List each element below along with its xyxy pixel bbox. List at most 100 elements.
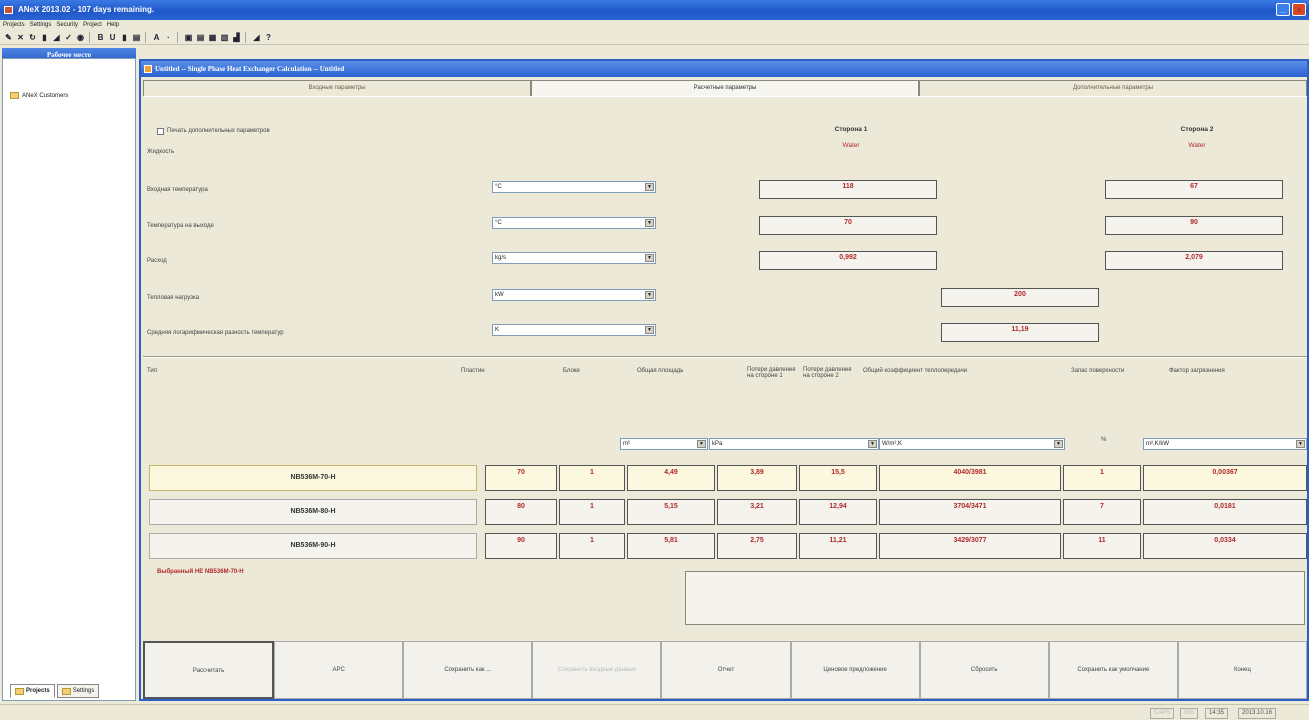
col-dp1: Потери давления на стороне 1 [747, 367, 796, 379]
report-icon[interactable]: ◢ [251, 32, 262, 43]
pressure-unit-select[interactable]: kPa ▼ [709, 438, 879, 450]
chevron-down-icon: ▼ [1054, 440, 1063, 448]
tab-input-parameters[interactable]: Входные параметры [143, 80, 531, 96]
graph-icon[interactable]: ◢ [51, 32, 62, 43]
coef-unit-select[interactable]: W/m²,K ▼ [879, 438, 1065, 450]
lmtd-unit-select[interactable]: K ▼ [492, 324, 656, 336]
menu-security[interactable]: Security [56, 20, 78, 31]
margin-unit: % [1101, 437, 1107, 443]
app-title-bar: ANeX 2013.02 - 107 days remaining. _ x [0, 0, 1309, 20]
close-button[interactable]: x [1292, 3, 1306, 16]
price-offer-button[interactable]: Ценовое предложение [790, 641, 920, 699]
help-icon[interactable]: ? [263, 32, 274, 43]
area-unit-value: m² [623, 441, 630, 447]
save-input-button[interactable]: Сохранить входные данные [532, 641, 662, 699]
reset-button[interactable]: Сбросить [919, 641, 1049, 699]
caps-indicator: CAPS [1150, 708, 1175, 719]
result-coef: 3704/3471 [879, 499, 1061, 525]
ins-indicator: INS [1180, 708, 1199, 719]
flow-side1: 0,992 [759, 251, 937, 270]
window-icon[interactable]: ▣ [183, 32, 194, 43]
tab-calculated-parameters[interactable]: Расчетные параметры [531, 80, 919, 97]
workspace-panel [2, 58, 136, 701]
chevron-down-icon: ▼ [645, 326, 654, 334]
menu-projects[interactable]: Projects [3, 20, 25, 31]
result-margin: 7 [1063, 499, 1141, 525]
save-as-button[interactable]: Сохранить как ... [403, 641, 533, 699]
lmtd-value: 11,19 [941, 323, 1099, 342]
result-dp1: 3,21 [717, 499, 797, 525]
chevron-down-icon: ▼ [645, 291, 654, 299]
pressure-unit-value: kPa [712, 441, 723, 447]
section-divider [143, 356, 1307, 358]
apc-button[interactable]: APC [274, 641, 404, 699]
grid-icon[interactable]: ▦ [207, 32, 218, 43]
col-dp2: Потери давления на стороне 2 [803, 367, 852, 379]
outlet-temp-side2: 90 [1105, 216, 1283, 235]
font-icon[interactable]: A [151, 32, 162, 43]
end-button[interactable]: Конец [1177, 641, 1307, 699]
calculate-button[interactable]: Рассчитать [143, 641, 275, 699]
side1-fluid: Water [842, 142, 860, 149]
inlet-temp-unit-select[interactable]: °C ▼ [492, 181, 656, 193]
lmtd-unit-value: K [495, 327, 500, 333]
delete-icon[interactable]: ✕ [15, 32, 26, 43]
chevron-down-icon: ▼ [645, 183, 654, 191]
status-bar: CAPS INS 14:35 2013.10.16 [0, 704, 1309, 720]
menu-project[interactable]: Project [83, 20, 102, 31]
bold-icon[interactable]: B [95, 32, 106, 43]
result-dp1: 2,75 [717, 533, 797, 559]
side1-header: Сторона 1 [834, 126, 868, 133]
list-icon[interactable]: ▤ [195, 32, 206, 43]
result-area: 5,81 [627, 533, 715, 559]
chevron-down-icon: ▼ [868, 440, 877, 448]
flow-side2: 2,079 [1105, 251, 1283, 270]
save-default-button[interactable]: Сохранить как умолчание [1048, 641, 1178, 699]
print-extra-checkbox[interactable] [157, 128, 164, 135]
coef-unit-value: W/m²,K [882, 441, 902, 447]
chart-icon[interactable]: ▮ [39, 32, 50, 43]
tab-projects[interactable]: Projects [10, 684, 55, 698]
toolbar-separator [89, 32, 92, 43]
result-blocks: 1 [559, 499, 625, 525]
toolbar-separator [245, 32, 248, 43]
lmtd-label: Средняя логарифмическая разность темпера… [147, 330, 284, 336]
result-type-button[interactable]: NB536M-90-H [149, 533, 477, 559]
col-area: Общая площадь [637, 368, 684, 374]
chevron-down-icon: ▼ [697, 440, 706, 448]
area-unit-select[interactable]: m² ▼ [620, 438, 708, 450]
globe-icon[interactable]: ◉ [75, 32, 86, 43]
outlet-temp-label: Температура на выходе [147, 223, 214, 229]
edit-icon[interactable]: ✎ [3, 32, 14, 43]
underline-icon[interactable]: U [107, 32, 118, 43]
menu-help[interactable]: Help [107, 20, 119, 31]
result-type-button[interactable]: NB536M-80-H [149, 499, 477, 525]
tree-item-customers[interactable]: ANeX Customers [10, 92, 68, 99]
layout-icon[interactable]: ▟ [231, 32, 242, 43]
settings-icon [61, 687, 71, 695]
result-margin: 1 [1063, 465, 1141, 491]
outlet-temp-unit-select[interactable]: °C ▼ [492, 217, 656, 229]
heat-load-unit-select[interactable]: kW ▼ [492, 289, 656, 301]
block-icon[interactable]: ▮ [119, 32, 130, 43]
outlet-temp-unit-value: °C [495, 220, 502, 226]
tab-settings[interactable]: Settings [56, 684, 100, 698]
flow-label: Расход [147, 258, 167, 264]
report-button[interactable]: Отчет [661, 641, 791, 699]
columns-icon[interactable]: ▥ [219, 32, 230, 43]
dot-icon[interactable]: · [163, 32, 174, 43]
minimize-button[interactable]: _ [1276, 3, 1290, 16]
side2-fluid: Water [1188, 142, 1206, 149]
refresh-icon[interactable]: ↻ [27, 32, 38, 43]
menu-bar: Projects Settings Security Project Help [0, 20, 1309, 31]
fouling-unit-select[interactable]: m²,K/kW ▼ [1143, 438, 1307, 450]
menu-settings[interactable]: Settings [30, 20, 52, 31]
tab-additional-parameters[interactable]: Дополнительные параметры [919, 80, 1307, 96]
result-fouling: 0,00367 [1143, 465, 1307, 491]
result-type-button[interactable]: NB536M-70-H [149, 465, 477, 491]
flow-unit-select[interactable]: kg/s ▼ [492, 252, 656, 264]
calculated-parameters-panel: Печать дополнительных параметров Жидкост… [143, 96, 1307, 638]
table-icon[interactable]: ▤ [131, 32, 142, 43]
col-margin: Запас поверхности [1071, 368, 1125, 374]
check-icon[interactable]: ✓ [63, 32, 74, 43]
